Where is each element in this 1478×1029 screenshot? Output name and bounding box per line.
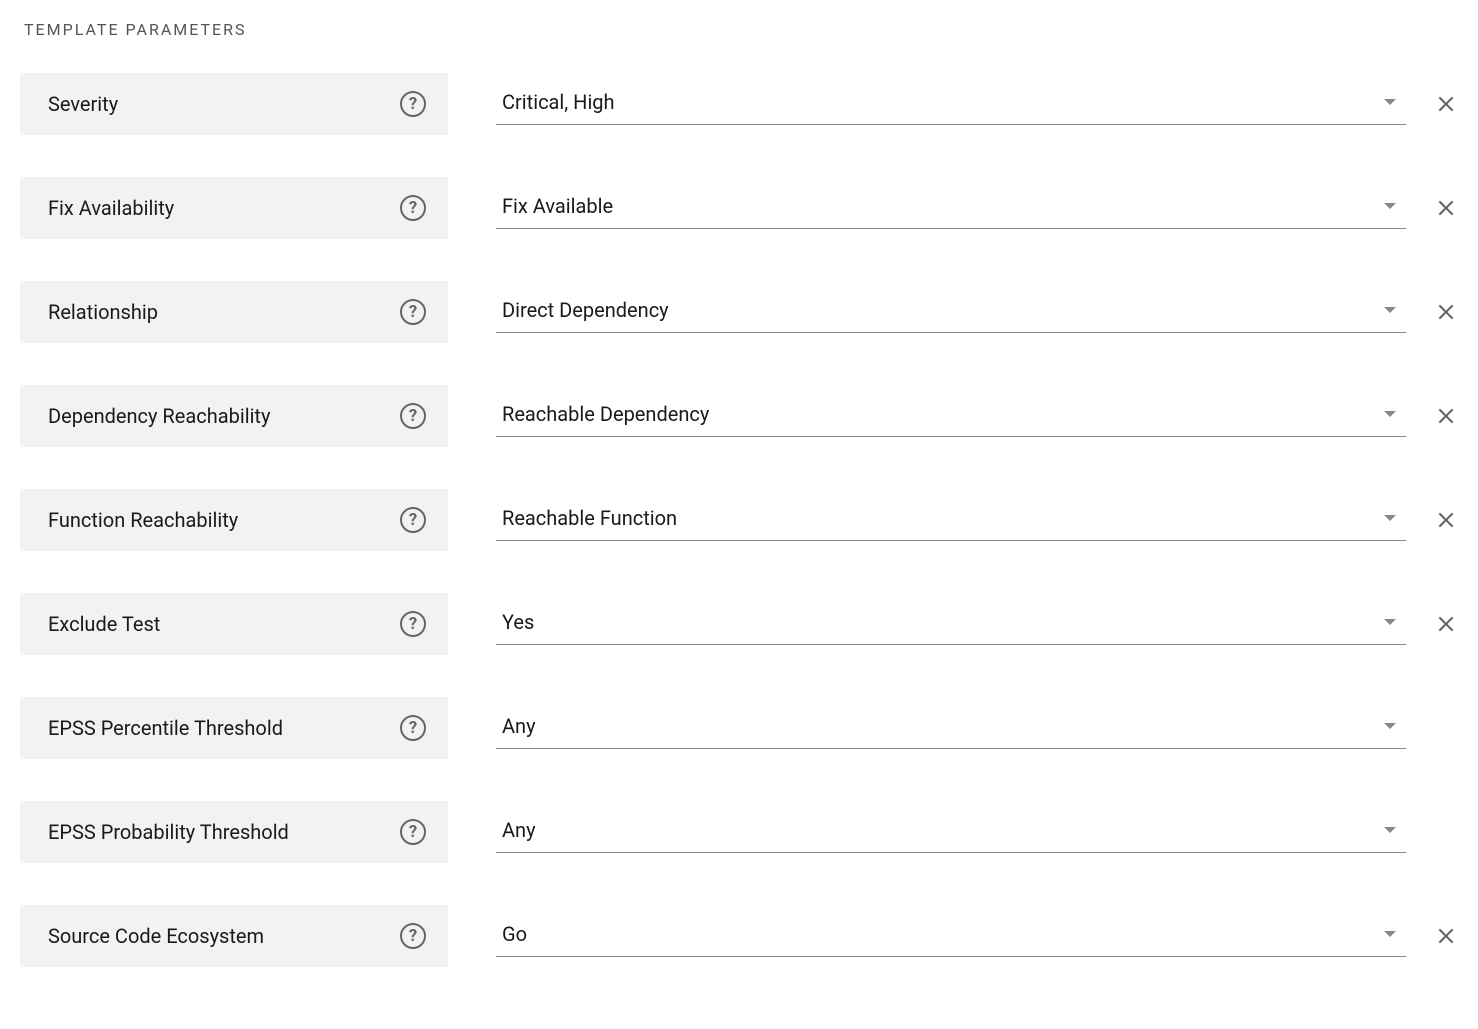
param-select-value: Go xyxy=(502,922,1372,946)
param-row: Relationship Direct Dependency xyxy=(20,281,1458,343)
param-label-cell: Relationship xyxy=(20,281,448,343)
param-label: Dependency Reachability xyxy=(48,404,270,428)
help-icon[interactable] xyxy=(400,299,426,325)
param-select-value: Yes xyxy=(502,610,1372,634)
help-icon[interactable] xyxy=(400,715,426,741)
chevron-down-icon xyxy=(1384,827,1396,833)
clear-button[interactable] xyxy=(1434,924,1458,948)
param-label: Function Reachability xyxy=(48,508,238,532)
param-row: Severity Critical, High xyxy=(20,73,1458,135)
param-value-cell: Go xyxy=(496,916,1458,957)
param-row: EPSS Probability Threshold Any xyxy=(20,801,1458,863)
chevron-down-icon xyxy=(1384,411,1396,417)
param-label-cell: Fix Availability xyxy=(20,177,448,239)
param-label-cell: EPSS Percentile Threshold xyxy=(20,697,448,759)
clear-button[interactable] xyxy=(1434,612,1458,636)
help-icon[interactable] xyxy=(400,819,426,845)
help-icon[interactable] xyxy=(400,923,426,949)
param-label-cell: Function Reachability xyxy=(20,489,448,551)
param-select-value: Direct Dependency xyxy=(502,298,1372,322)
param-value-cell: Reachable Dependency xyxy=(496,396,1458,437)
param-label: Source Code Ecosystem xyxy=(48,924,264,948)
param-value-cell: Yes xyxy=(496,604,1458,645)
param-select-value: Fix Available xyxy=(502,194,1372,218)
close-icon xyxy=(1436,614,1456,634)
help-icon[interactable] xyxy=(400,611,426,637)
param-row: Exclude Test Yes xyxy=(20,593,1458,655)
param-value-cell: Direct Dependency xyxy=(496,292,1458,333)
help-icon[interactable] xyxy=(400,403,426,429)
param-select[interactable]: Fix Available xyxy=(496,188,1406,229)
chevron-down-icon xyxy=(1384,931,1396,937)
close-icon xyxy=(1436,302,1456,322)
param-value-cell: Reachable Function xyxy=(496,500,1458,541)
param-row: Source Code Ecosystem Go xyxy=(20,905,1458,967)
param-select-value: Reachable Dependency xyxy=(502,402,1372,426)
param-value-cell: Any xyxy=(496,812,1458,853)
clear-button[interactable] xyxy=(1434,508,1458,532)
param-select-value: Critical, High xyxy=(502,90,1372,114)
param-label: Fix Availability xyxy=(48,196,174,220)
param-label: Exclude Test xyxy=(48,612,160,636)
help-icon[interactable] xyxy=(400,195,426,221)
param-label: EPSS Probability Threshold xyxy=(48,820,289,844)
param-value-cell: Fix Available xyxy=(496,188,1458,229)
param-label: EPSS Percentile Threshold xyxy=(48,716,283,740)
close-icon xyxy=(1436,198,1456,218)
help-icon[interactable] xyxy=(400,507,426,533)
param-label: Relationship xyxy=(48,300,158,324)
param-select[interactable]: Yes xyxy=(496,604,1406,645)
param-select[interactable]: Reachable Dependency xyxy=(496,396,1406,437)
section-title: TEMPLATE PARAMETERS xyxy=(24,20,1458,39)
help-icon[interactable] xyxy=(400,91,426,117)
close-icon xyxy=(1436,406,1456,426)
param-row: Function Reachability Reachable Function xyxy=(20,489,1458,551)
chevron-down-icon xyxy=(1384,723,1396,729)
param-label-cell: Dependency Reachability xyxy=(20,385,448,447)
param-value-cell: Critical, High xyxy=(496,84,1458,125)
param-select[interactable]: Reachable Function xyxy=(496,500,1406,541)
param-label: Severity xyxy=(48,92,118,116)
param-select-value: Any xyxy=(502,818,1372,842)
param-row: Dependency Reachability Reachable Depende… xyxy=(20,385,1458,447)
close-icon xyxy=(1436,510,1456,530)
chevron-down-icon xyxy=(1384,619,1396,625)
param-select-value: Reachable Function xyxy=(502,506,1372,530)
chevron-down-icon xyxy=(1384,515,1396,521)
param-value-cell: Any xyxy=(496,708,1458,749)
clear-button[interactable] xyxy=(1434,300,1458,324)
clear-button[interactable] xyxy=(1434,404,1458,428)
param-select[interactable]: Any xyxy=(496,812,1406,853)
param-select[interactable]: Any xyxy=(496,708,1406,749)
chevron-down-icon xyxy=(1384,307,1396,313)
param-label-cell: Severity xyxy=(20,73,448,135)
param-select-value: Any xyxy=(502,714,1372,738)
clear-button[interactable] xyxy=(1434,196,1458,220)
template-parameters-list: SeverityCritical, HighFix AvailabilityFi… xyxy=(20,73,1458,967)
close-icon xyxy=(1436,926,1456,946)
param-select[interactable]: Direct Dependency xyxy=(496,292,1406,333)
param-label-cell: EPSS Probability Threshold xyxy=(20,801,448,863)
clear-button[interactable] xyxy=(1434,92,1458,116)
param-label-cell: Exclude Test xyxy=(20,593,448,655)
param-select[interactable]: Critical, High xyxy=(496,84,1406,125)
close-icon xyxy=(1436,94,1456,114)
param-select[interactable]: Go xyxy=(496,916,1406,957)
chevron-down-icon xyxy=(1384,203,1396,209)
param-label-cell: Source Code Ecosystem xyxy=(20,905,448,967)
chevron-down-icon xyxy=(1384,99,1396,105)
param-row: EPSS Percentile Threshold Any xyxy=(20,697,1458,759)
param-row: Fix Availability Fix Available xyxy=(20,177,1458,239)
